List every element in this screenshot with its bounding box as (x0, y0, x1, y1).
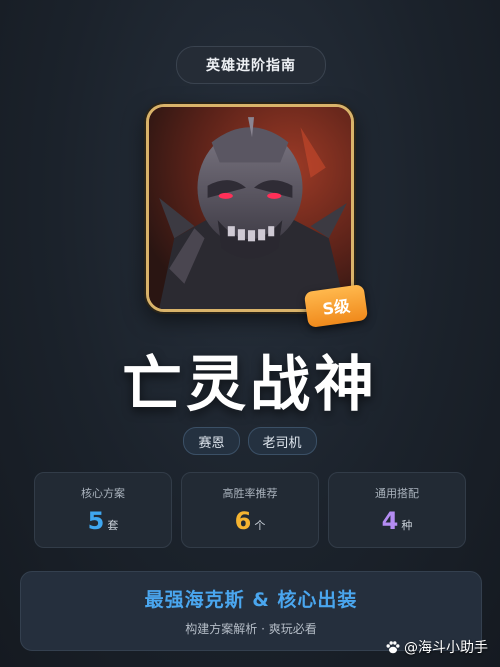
stat-label: 高胜率推荐 (222, 487, 278, 500)
stat-unit: 个 (254, 519, 266, 532)
watermark: @海斗小助手 (385, 637, 488, 657)
stat-value: 4 (381, 507, 399, 535)
watermark-text: @海斗小助手 (404, 640, 488, 656)
hero-tags: 赛恩 老司机 (0, 427, 500, 455)
stats-row: 核心方案 5 套 高胜率推荐 6 个 通用搭配 4 种 (34, 472, 466, 548)
tag-chip[interactable]: 赛恩 (183, 427, 240, 455)
stat-label: 核心方案 (81, 487, 125, 500)
tag-chip[interactable]: 老司机 (247, 427, 317, 455)
banner-subtitle: 构建方案解析 · 爽玩必看 (185, 622, 317, 636)
stat-unit: 种 (401, 519, 413, 532)
hero-portrait-image (149, 107, 351, 309)
tag-label: 赛恩 (198, 435, 225, 451)
stat-label: 通用搭配 (375, 487, 419, 500)
stat-card-core-builds[interactable]: 核心方案 5 套 (34, 472, 172, 548)
hero-portrait (146, 104, 354, 312)
stat-value: 5 (87, 507, 105, 535)
rank-badge-label: S级 (321, 296, 352, 319)
paw-icon (386, 641, 400, 654)
rank-badge: S级 (303, 283, 369, 329)
stat-value: 6 (234, 507, 252, 535)
tag-label: 老司机 (262, 435, 302, 451)
stat-card-general-combos[interactable]: 通用搭配 4 种 (328, 472, 466, 548)
banner-title: 最强海克斯 & 核心出装 (144, 589, 358, 611)
guide-header-title: 英雄进阶指南 (206, 58, 296, 74)
stat-unit: 套 (107, 519, 119, 532)
stat-card-high-winrate[interactable]: 高胜率推荐 6 个 (181, 472, 319, 548)
hero-name: 亡灵战神 (122, 350, 378, 420)
guide-header-pill: 英雄进阶指南 (176, 46, 326, 84)
